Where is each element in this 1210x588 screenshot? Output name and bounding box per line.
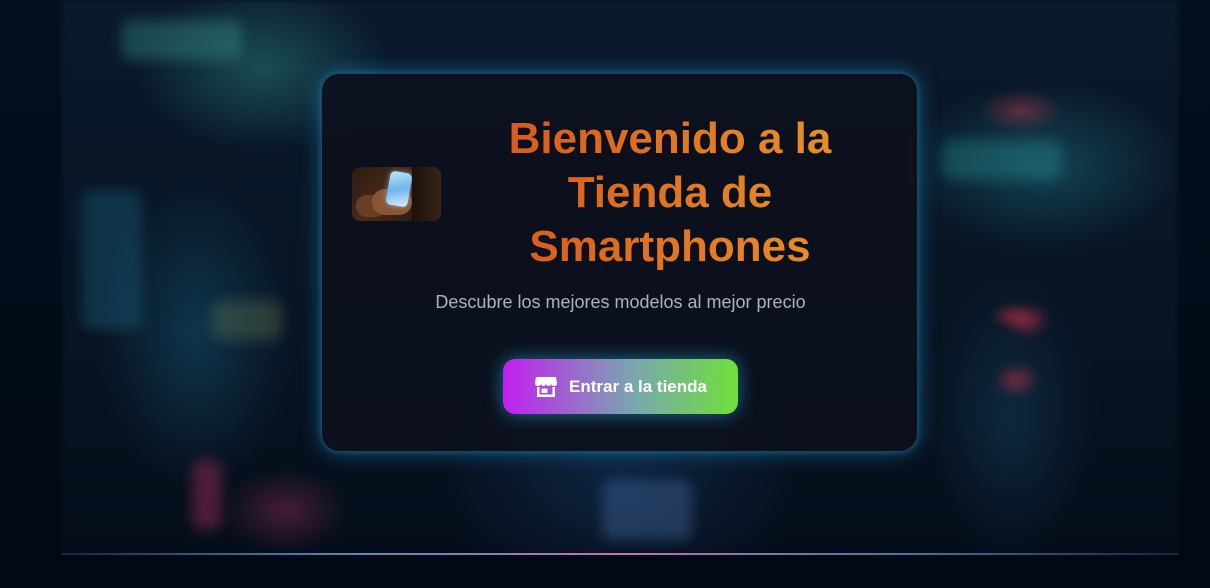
smartphone-in-hand-image [352, 167, 441, 221]
landing-page: Bienvenido a la Tienda de Smartphones De… [0, 0, 1210, 588]
page-title: Bienvenido a la Tienda de Smartphones [472, 112, 868, 274]
enter-store-label: Entrar a la tienda [569, 376, 707, 396]
store-icon [534, 376, 558, 398]
enter-store-button[interactable]: Entrar a la tienda [503, 359, 738, 414]
welcome-card: Bienvenido a la Tienda de Smartphones De… [321, 73, 918, 452]
page-subtitle: Descubre los mejores modelos al mejor pr… [435, 292, 806, 312]
hero-bottom-divider [62, 553, 1178, 555]
